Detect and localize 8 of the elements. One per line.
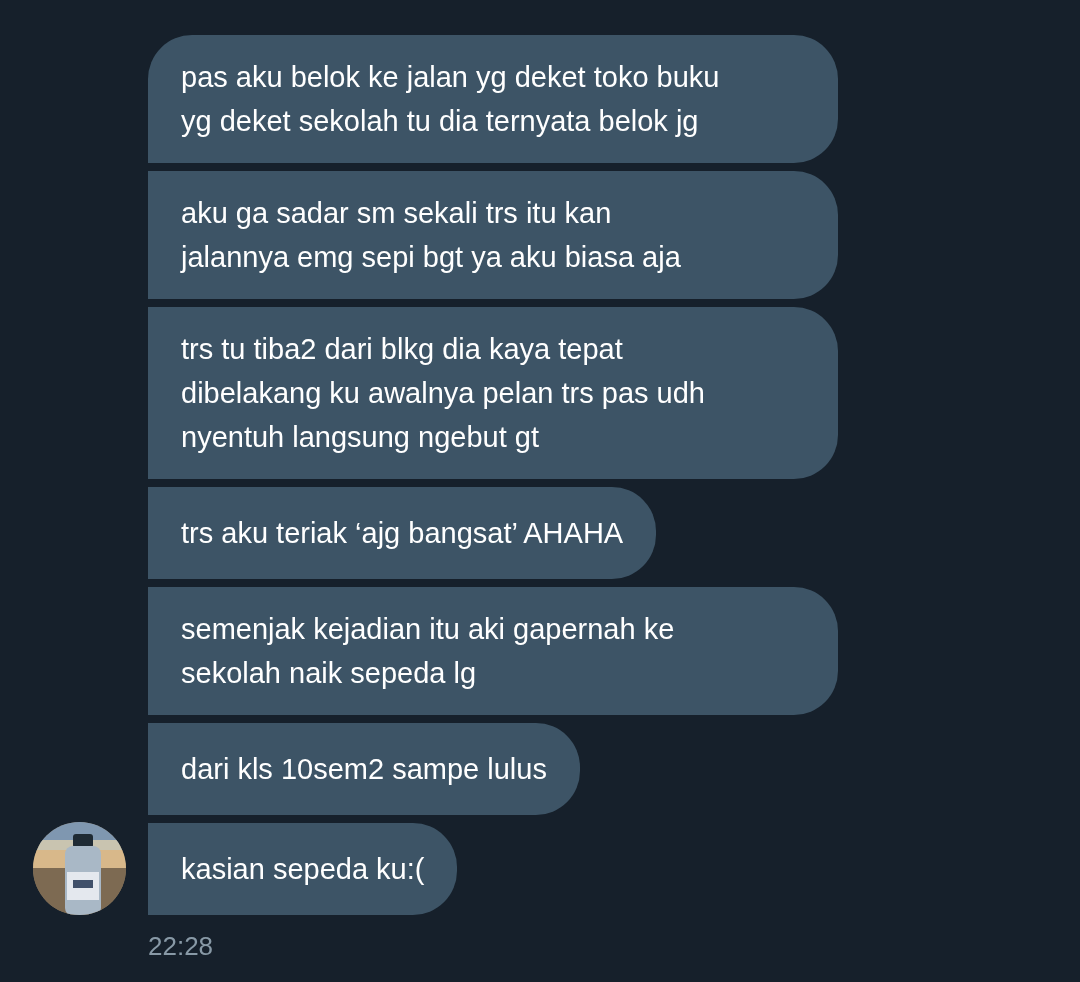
message-bubble: aku ga sadar sm sekali trs itu kan jalannya emg sepi bgt ya aku biasa aja	[148, 171, 838, 299]
message-bubble: trs aku teriak ‘ajg bangsat’ AHAHA	[148, 487, 657, 579]
message-bubble: kasian sepeda ku:(	[148, 823, 458, 915]
timestamp: 22:28	[148, 931, 214, 962]
message-bubble: trs tu tiba2 dari blkg dia kaya tepat dibelakang ku awalnya pelan trs pas udh nyentuh langsung ngebut gt	[148, 307, 838, 479]
message-bubble: semenjak kejadian itu aki gapernah ke sekolah naik sepeda lg	[148, 587, 838, 715]
message-bubble: pas aku belok ke jalan yg deket toko buku yg deket sekolah tu dia ternyata belok jg	[148, 35, 838, 163]
message-bubble: dari kls 10sem2 sampe lulus	[148, 723, 580, 815]
